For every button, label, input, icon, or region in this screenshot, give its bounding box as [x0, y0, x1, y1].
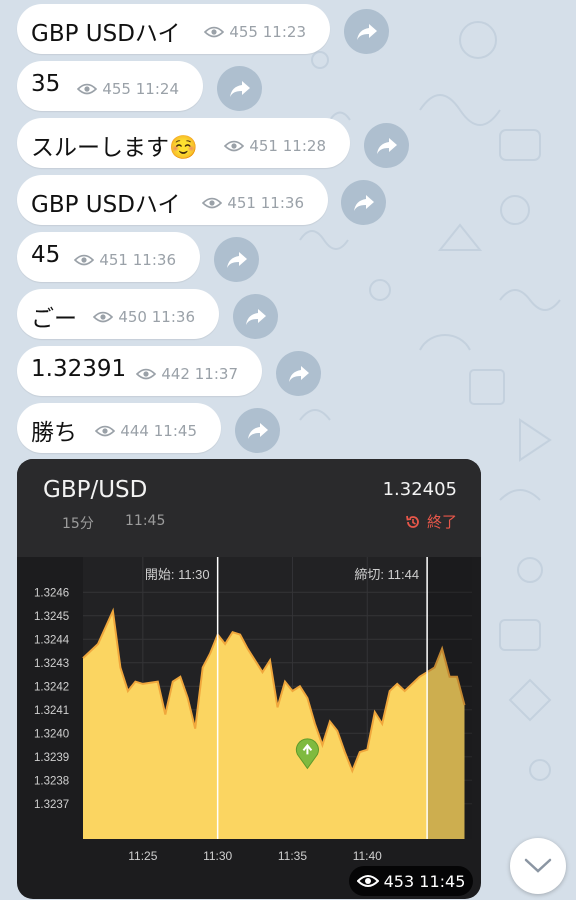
view-count: 455	[102, 80, 131, 98]
message-time: 11:24	[135, 80, 179, 98]
view-count: 451	[99, 251, 128, 269]
message-text: スルーします☺️	[31, 135, 198, 161]
views-eye-icon	[136, 368, 157, 380]
header-time: 11:45	[125, 513, 166, 529]
x-tick-label: 11:35	[278, 849, 307, 863]
x-tick-label: 11:25	[128, 849, 157, 863]
chart-message-meta: 453 11:45	[349, 866, 473, 896]
message-meta: 455 11:23	[204, 23, 306, 41]
view-count: 444	[120, 422, 149, 440]
view-count: 455	[229, 23, 258, 41]
message-bubble[interactable]: ごー 450 11:36	[17, 289, 219, 339]
history-icon	[406, 515, 419, 528]
message-text: 35	[31, 71, 61, 97]
y-tick-label: 1.3242	[34, 681, 69, 693]
message-time: 11:36	[260, 194, 304, 212]
message-meta: 442 11:37	[136, 365, 238, 383]
message-meta: 444 11:45	[95, 422, 197, 440]
views-eye-icon	[77, 83, 98, 95]
start-time-label: 開始: 11:30	[145, 567, 210, 582]
current-price: 1.32405	[382, 479, 457, 500]
message-meta: 450 11:36	[93, 308, 195, 326]
forward-arrow-icon	[353, 194, 374, 211]
message-time: 11:28	[282, 137, 326, 155]
message-bubble[interactable]: 1.32391 442 11:37	[17, 346, 262, 396]
forward-button[interactable]	[276, 351, 321, 396]
view-count: 442	[161, 365, 190, 383]
message-text: 勝ち	[31, 420, 77, 446]
message-meta: 455 11:24	[77, 80, 179, 98]
scroll-to-bottom-button[interactable]	[510, 838, 566, 894]
views-eye-icon	[224, 140, 245, 152]
y-tick-label: 1.3246	[34, 587, 69, 599]
views-eye-icon	[95, 425, 116, 437]
message-time: 11:45	[419, 871, 466, 891]
x-tick-label: 11:30	[203, 849, 232, 863]
interval-label: 15分	[62, 516, 94, 532]
message-time: 11:36	[132, 251, 176, 269]
chart-header: GBP/USD 1.32405 15分 11:45 終了	[17, 459, 481, 557]
message-text: 1.32391	[31, 356, 127, 382]
message-bubble[interactable]: 勝ち 444 11:45	[17, 403, 221, 453]
message-meta: 451 11:36	[202, 194, 304, 212]
forward-arrow-icon	[226, 251, 247, 268]
view-count: 453	[383, 871, 415, 891]
currency-pair: GBP/USD	[43, 477, 148, 503]
chevron-down-icon	[524, 858, 552, 873]
view-count: 450	[118, 308, 147, 326]
message-text: ごー	[31, 306, 77, 332]
x-tick-label: 11:40	[353, 849, 382, 863]
views-eye-icon	[356, 875, 379, 887]
y-tick-label: 1.3244	[34, 634, 70, 646]
forward-arrow-icon	[247, 422, 268, 439]
y-tick-label: 1.3241	[34, 705, 69, 717]
message-time: 11:36	[151, 308, 195, 326]
status-label: 終了	[405, 511, 457, 532]
chart-image-message[interactable]: GBP/USD 1.32405 15分 11:45 終了 開始: 11:30 締切…	[17, 459, 481, 899]
forward-button[interactable]	[235, 408, 280, 453]
views-eye-icon	[93, 311, 114, 323]
y-tick-label: 1.3238	[34, 775, 69, 787]
forward-arrow-icon	[245, 308, 266, 325]
view-count: 451	[227, 194, 256, 212]
message-text: 45	[31, 242, 61, 268]
post-close-shade	[427, 557, 472, 839]
message-meta: 451 11:28	[224, 137, 326, 155]
forward-arrow-icon	[356, 23, 377, 40]
views-eye-icon	[204, 26, 225, 38]
y-tick-label: 1.3239	[34, 752, 69, 764]
forward-button[interactable]	[341, 180, 386, 225]
message-bubble[interactable]: スルーします☺️ 451 11:28	[17, 118, 350, 168]
forward-arrow-icon	[229, 80, 250, 97]
status-text: 終了	[426, 513, 457, 531]
y-tick-label: 1.3245	[34, 611, 69, 623]
view-count: 451	[249, 137, 278, 155]
forward-arrow-icon	[376, 137, 397, 154]
message-time: 11:37	[194, 365, 238, 383]
price-chart: 開始: 11:30 締切: 11:44 1.3237 1.3238 1.3239 1.32…	[34, 557, 472, 863]
message-text: GBP USDハイ	[31, 21, 181, 47]
message-text: GBP USDハイ	[31, 192, 181, 218]
forward-button[interactable]	[364, 123, 409, 168]
message-bubble[interactable]: GBP USDハイ 455 11:23	[17, 4, 330, 54]
forward-arrow-icon	[288, 365, 309, 382]
message-bubble[interactable]: 35 455 11:24	[17, 61, 203, 111]
forward-button[interactable]	[217, 66, 262, 111]
y-tick-label: 1.3237	[34, 799, 69, 811]
close-time-label: 締切: 11:44	[354, 567, 419, 582]
views-eye-icon	[74, 254, 95, 266]
forward-button[interactable]	[233, 294, 278, 339]
message-bubble[interactable]: 45 451 11:36	[17, 232, 200, 282]
message-time: 11:45	[153, 422, 197, 440]
y-tick-label: 1.3243	[34, 658, 69, 670]
y-tick-label: 1.3240	[34, 728, 69, 740]
message-meta: 451 11:36	[74, 251, 176, 269]
views-eye-icon	[202, 197, 223, 209]
forward-button[interactable]	[344, 9, 389, 54]
message-bubble[interactable]: GBP USDハイ 451 11:36	[17, 175, 328, 225]
message-time: 11:23	[262, 23, 306, 41]
forward-button[interactable]	[214, 237, 259, 282]
